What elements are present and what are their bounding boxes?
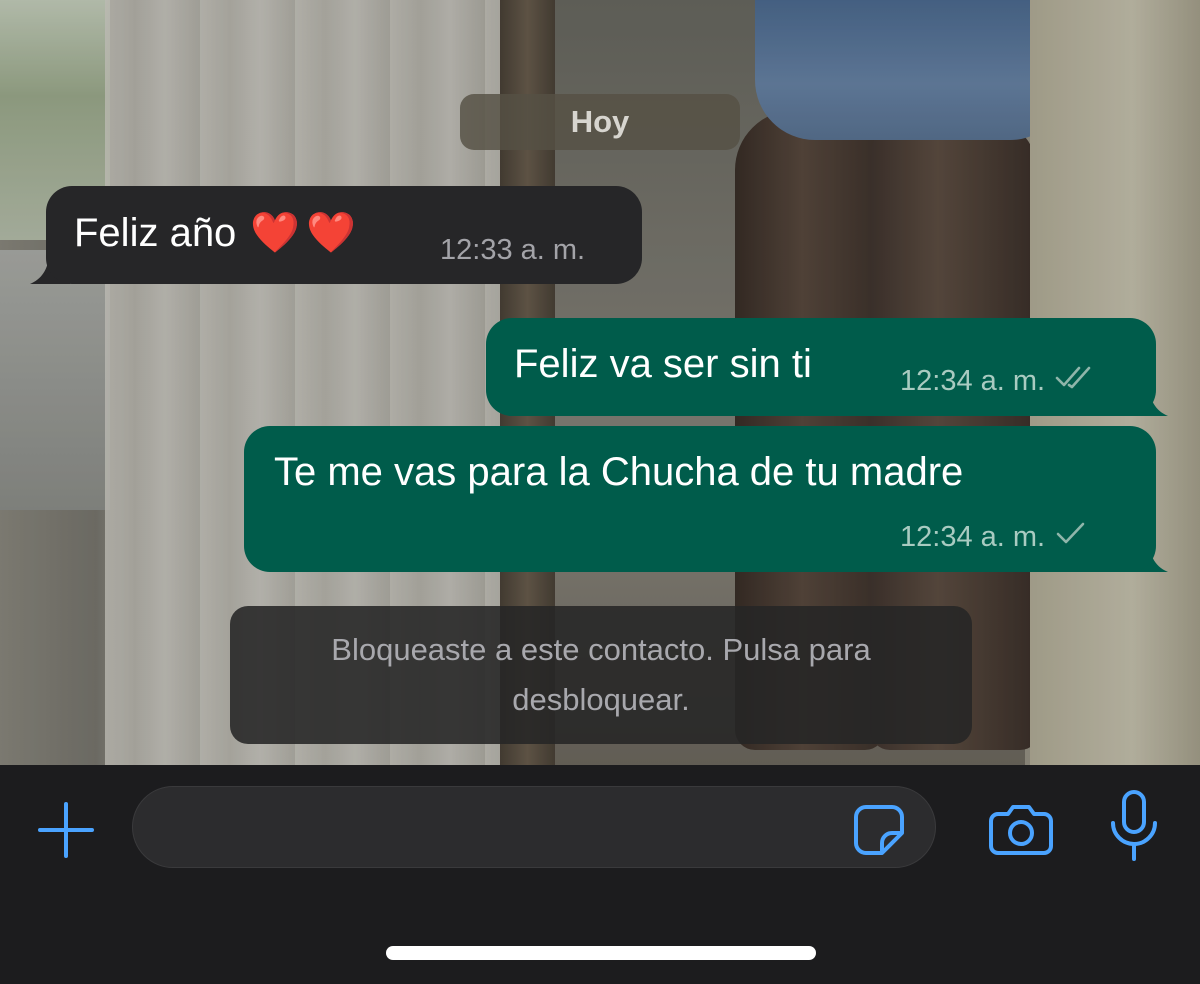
message-bubble-outgoing[interactable]: Feliz va ser sin ti 12:34 a. m. [486, 318, 1156, 416]
sticker-icon [854, 805, 904, 855]
voice-message-button[interactable] [1104, 788, 1164, 864]
blocked-contact-notice[interactable]: Bloqueaste a este contacto. Pulsa para d… [230, 606, 972, 744]
message-bubble-outgoing[interactable]: Te me vas para la Chucha de tu madre 12:… [244, 426, 1156, 572]
home-indicator[interactable] [386, 946, 816, 960]
double-check-icon [1055, 364, 1097, 398]
message-text: Feliz año [74, 211, 237, 255]
sticker-button[interactable] [848, 800, 910, 860]
blocked-contact-text: Bloqueaste a este contacto. Pulsa para d… [331, 632, 871, 717]
camera-button[interactable] [986, 798, 1056, 860]
message-text: Feliz va ser sin ti [514, 342, 812, 386]
chat-area[interactable]: Hoy Feliz año ❤️❤️ 12:33 a. m. Feliz va s… [0, 0, 1200, 765]
heart-emoji: ❤️❤️ [250, 211, 362, 255]
attach-button[interactable] [30, 794, 102, 866]
message-input[interactable] [132, 786, 936, 868]
date-separator: Hoy [460, 94, 740, 150]
message-text: Te me vas para la Chucha de tu madre [274, 450, 964, 494]
camera-icon [989, 805, 1053, 855]
message-time: 12:34 a. m. [900, 520, 1046, 553]
date-separator-label: Hoy [570, 104, 630, 139]
message-time: 12:33 a. m. [440, 234, 586, 266]
single-check-icon [1055, 520, 1087, 554]
plus-icon [38, 802, 94, 858]
message-bubble-incoming[interactable]: Feliz año ❤️❤️ 12:33 a. m. [46, 186, 642, 284]
message-time: 12:34 a. m. [900, 364, 1046, 397]
microphone-icon [1111, 790, 1157, 861]
